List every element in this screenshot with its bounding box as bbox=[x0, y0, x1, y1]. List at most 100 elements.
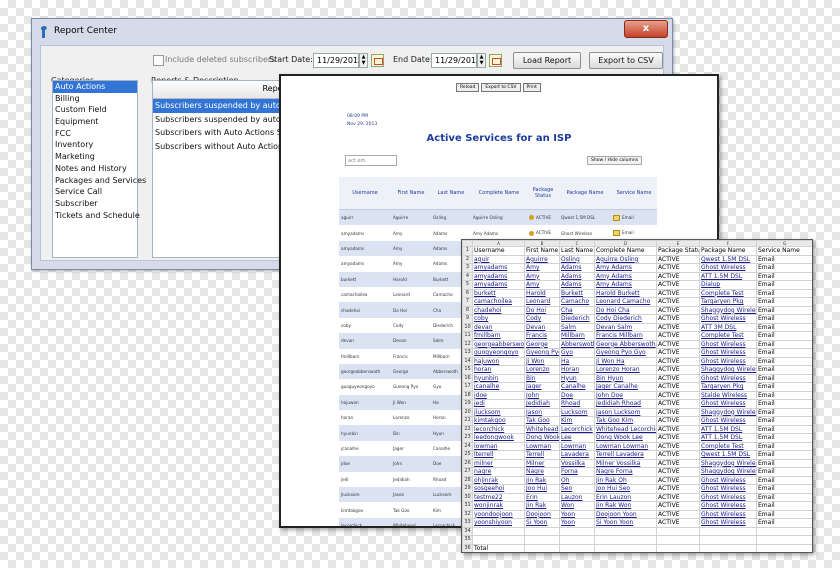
sheet-cell[interactable]: ATT 1.5M DSL bbox=[699, 433, 757, 443]
sheet-cell[interactable]: ACTIVE bbox=[656, 450, 700, 460]
sheet-cell[interactable]: ACTIVE bbox=[656, 407, 700, 417]
sheet-cell[interactable]: ACTIVE bbox=[656, 288, 700, 298]
sheet-cell[interactable]: Lee bbox=[559, 433, 595, 443]
sheet-cell[interactable]: ohjinrak bbox=[472, 475, 525, 485]
sheet-cell[interactable]: Salm bbox=[559, 322, 595, 332]
sheet-cell[interactable]: ACTIVE bbox=[656, 280, 700, 290]
sheet-cell[interactable]: hyunbin bbox=[472, 373, 525, 383]
row-number[interactable]: 36 bbox=[462, 543, 473, 552]
sheet-cell[interactable]: Email bbox=[756, 331, 812, 341]
row-number[interactable]: 18 bbox=[462, 390, 473, 400]
sheet-cell[interactable]: Adams bbox=[559, 280, 595, 290]
sheet-cell[interactable]: ATT 1.5M DSL bbox=[699, 271, 757, 281]
sheet-cell[interactable] bbox=[472, 526, 525, 536]
report-column-header[interactable]: Complete Name bbox=[471, 177, 527, 210]
report-column-header[interactable]: First Name bbox=[391, 177, 431, 210]
sheet-cell[interactable]: Email bbox=[756, 441, 812, 451]
sheet-cell[interactable]: ACTIVE bbox=[656, 467, 700, 477]
sheet-cell[interactable]: ACTIVE bbox=[656, 373, 700, 383]
sheet-cell[interactable]: Amy bbox=[524, 271, 560, 281]
sheet-cell[interactable]: Nagre Forna bbox=[594, 467, 657, 477]
sheet-cell[interactable]: Adams bbox=[559, 271, 595, 281]
sheet-cell[interactable]: ACTIVE bbox=[656, 339, 700, 349]
row-number[interactable]: 16 bbox=[462, 373, 473, 383]
sheet-cell[interactable]: Shaggydog Wireless bbox=[699, 407, 757, 417]
total-value[interactable]: 33 bbox=[473, 553, 525, 554]
sheet-cell[interactable]: Devan Salm bbox=[594, 322, 657, 332]
sheet-cell[interactable]: Username bbox=[472, 246, 525, 256]
sheet-cell[interactable]: Email bbox=[756, 390, 812, 400]
sheet-cell[interactable] bbox=[756, 543, 812, 552]
sheet-cell[interactable]: ACTIVE bbox=[656, 424, 700, 434]
sheet-cell[interactable] bbox=[656, 526, 700, 536]
reload-button[interactable]: Reload bbox=[456, 83, 480, 92]
export-csv-link[interactable]: Export to CSV bbox=[481, 83, 521, 92]
sheet-cell[interactable]: Email bbox=[756, 314, 812, 324]
sheet-cell[interactable]: testme22 bbox=[472, 492, 525, 502]
row-number[interactable]: 10 bbox=[462, 322, 473, 332]
row-number[interactable]: 9 bbox=[462, 314, 473, 324]
sheet-cell[interactable]: Joo Hui bbox=[524, 484, 560, 494]
sheet-cell[interactable]: Ghost Wireless bbox=[699, 475, 757, 485]
row-number[interactable]: 12 bbox=[462, 339, 473, 349]
include-deleted-checkbox[interactable] bbox=[153, 55, 164, 66]
sheet-cell[interactable]: ACTIVE bbox=[656, 475, 700, 485]
sheet-cell[interactable]: Abberswoth bbox=[559, 339, 595, 349]
row-number[interactable]: 19 bbox=[462, 399, 473, 409]
sheet-cell[interactable]: Shaggydog Wireless bbox=[699, 458, 757, 468]
category-item[interactable]: Notes and History bbox=[53, 163, 137, 175]
sheet-cell[interactable] bbox=[594, 535, 657, 545]
sheet-cell[interactable]: Cha bbox=[559, 305, 595, 315]
report-column-header[interactable]: Last Name bbox=[431, 177, 471, 210]
sheet-cell[interactable]: Package Status bbox=[656, 246, 700, 256]
sheet-cell[interactable]: Amy bbox=[524, 263, 560, 273]
report-item[interactable]: Subscribers with Auto Actions Set bbox=[153, 126, 293, 140]
sheet-cell[interactable]: Doojoon bbox=[524, 509, 560, 519]
row-number[interactable]: 35 bbox=[462, 535, 473, 545]
sheet-cell[interactable] bbox=[656, 543, 700, 552]
sheet-cell[interactable]: hajuwon bbox=[472, 356, 525, 366]
sheet-cell[interactable]: Dong Wook bbox=[524, 433, 560, 443]
sheet-cell[interactable]: Devan bbox=[524, 322, 560, 332]
load-report-button[interactable]: Load Report bbox=[513, 52, 581, 69]
sheet-cell[interactable]: Ghost Wireless bbox=[699, 399, 757, 409]
row-number[interactable]: 31 bbox=[462, 501, 473, 511]
row-number[interactable]: 6 bbox=[462, 288, 473, 298]
sheet-cell[interactable]: Email bbox=[756, 348, 812, 358]
sheet-cell[interactable]: Lucksom bbox=[559, 407, 595, 417]
category-item[interactable]: Auto Actions bbox=[53, 81, 137, 93]
sheet-cell[interactable]: sosgeehoi bbox=[472, 484, 525, 494]
sheet-cell[interactable] bbox=[594, 543, 657, 552]
report-column-header[interactable]: Service Name bbox=[611, 177, 657, 210]
row-number[interactable]: 17 bbox=[462, 382, 473, 392]
category-item[interactable]: Packages and Services bbox=[53, 175, 146, 187]
sheet-cell[interactable]: Email bbox=[756, 484, 812, 494]
sheet-cell[interactable]: ACTIVE bbox=[656, 416, 700, 426]
sheet-cell[interactable]: ACTIVE bbox=[656, 382, 700, 392]
sheet-cell[interactable]: Email bbox=[756, 424, 812, 434]
sheet-cell[interactable]: Lauzon bbox=[559, 492, 595, 502]
sheet-cell[interactable] bbox=[756, 535, 812, 545]
sheet-cell[interactable]: Milner Vossilka bbox=[594, 458, 657, 468]
sheet-cell[interactable] bbox=[699, 526, 757, 536]
sheet-cell[interactable]: Aguirre bbox=[524, 254, 560, 264]
sheet-cell[interactable]: Cody Diederich bbox=[594, 314, 657, 324]
sheet-cell[interactable] bbox=[756, 526, 812, 536]
sheet-cell[interactable]: Email bbox=[756, 271, 812, 281]
sheet-cell[interactable]: Jedidiah bbox=[524, 399, 560, 409]
sheet-cell[interactable]: camachoilea bbox=[472, 297, 525, 307]
sheet-cell[interactable]: Vossilka bbox=[559, 458, 595, 468]
sheet-cell[interactable]: Lowman Lowman bbox=[594, 441, 657, 451]
sheet-cell[interactable]: Amy Adams bbox=[594, 280, 657, 290]
sheet-cell[interactable]: First Name bbox=[524, 246, 560, 256]
sheet-cell[interactable]: Leonard Camacho bbox=[594, 297, 657, 307]
row-number[interactable]: 27 bbox=[462, 467, 473, 477]
end-date-spinner[interactable]: ▲ ▼ bbox=[477, 53, 486, 68]
start-date-field[interactable]: 11/29/2013 bbox=[313, 53, 363, 68]
row-number[interactable]: 15 bbox=[462, 365, 473, 375]
reports-column-header[interactable]: Report bbox=[153, 81, 293, 99]
sheet-cell[interactable]: Email bbox=[756, 399, 812, 409]
sheet-cell[interactable]: amyadams bbox=[472, 280, 525, 290]
print-button[interactable]: Print bbox=[522, 83, 541, 92]
sheet-cell[interactable]: Targaryen Pkg bbox=[699, 382, 757, 392]
